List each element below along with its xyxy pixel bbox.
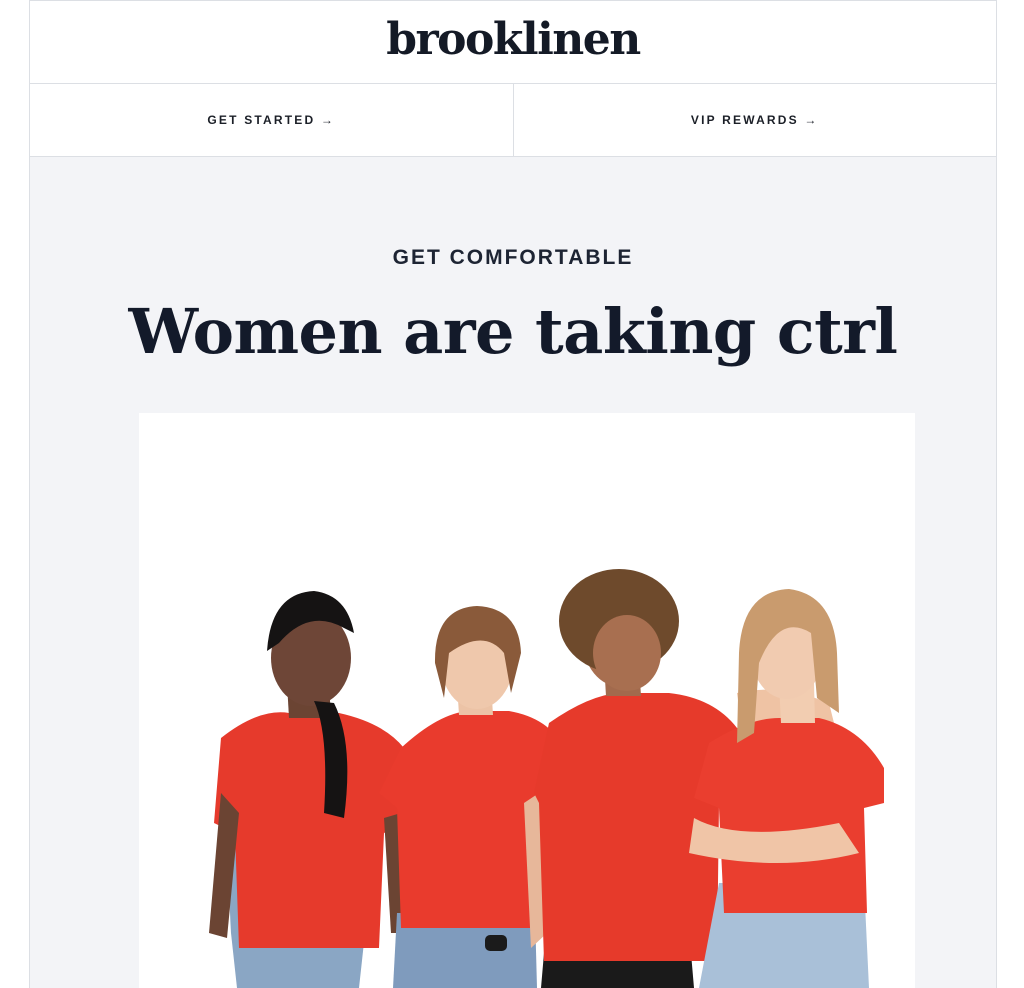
email-container: brooklinen GET STARTED → VIP REWARDS → G… [29,0,997,988]
group-photo-image [139,413,915,988]
hero-eyebrow: GET COMFORTABLE [392,246,634,269]
hero-headline: Women are taking ctrl [128,295,898,368]
top-nav: GET STARTED → VIP REWARDS → [30,84,996,157]
hero-section: GET COMFORTABLE Women are taking ctrl [30,157,996,366]
email-header: brooklinen [30,0,996,84]
brand-logo[interactable]: brooklinen [386,18,641,62]
nav-get-started-link[interactable]: GET STARTED → [30,84,513,156]
nav-vip-rewards-link[interactable]: VIP REWARDS → [512,84,997,156]
hero-photo[interactable] [139,413,915,988]
